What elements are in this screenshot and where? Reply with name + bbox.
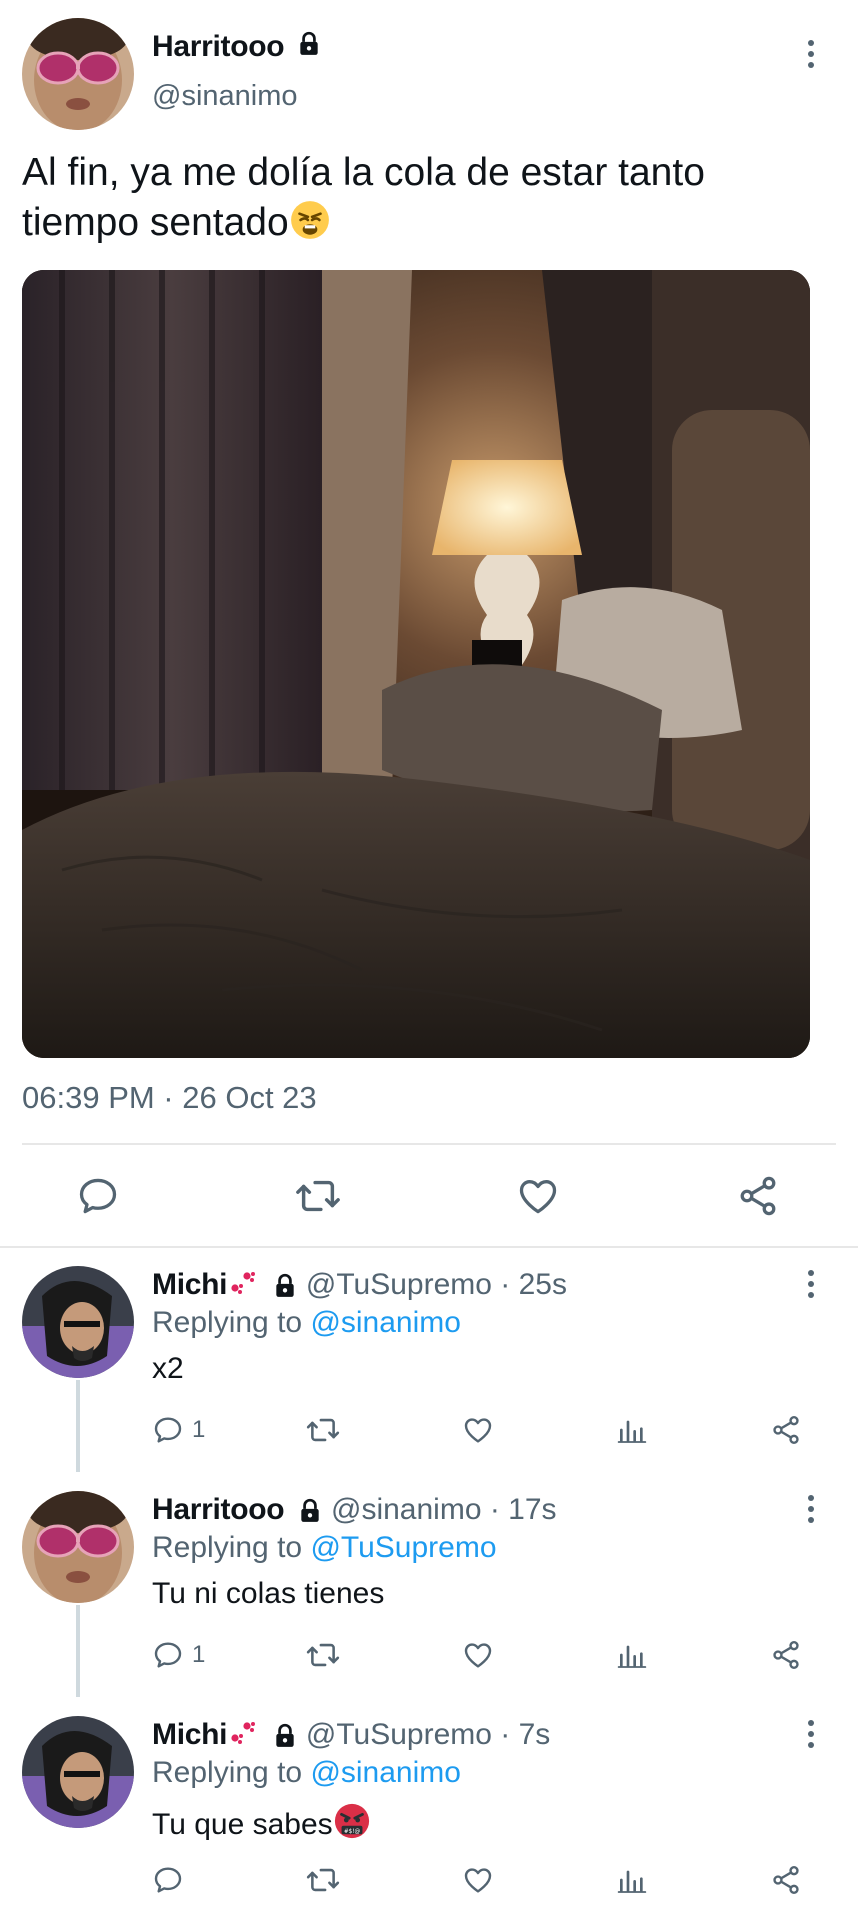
reply-header: Michi @TuSupremo · 7s	[152, 1718, 550, 1753]
reply-time: · 7s	[500, 1718, 551, 1751]
replying-to-mention[interactable]: @sinanimo	[310, 1306, 461, 1339]
like-icon[interactable]	[514, 1172, 562, 1220]
tweet-text-content: Al fin, ya me dolía la cola de estar tan…	[22, 151, 705, 244]
reply-action-bar: 1	[0, 1633, 858, 1683]
replying-to: Replying to @sinanimo	[152, 1756, 461, 1790]
analytics-icon[interactable]	[616, 1858, 648, 1902]
replying-to-label: Replying to	[152, 1306, 311, 1339]
tweet-photo[interactable]	[22, 270, 810, 1058]
reply-author-name[interactable]: Michi	[152, 1718, 227, 1751]
tweet-text: Al fin, ya me dolía la cola de estar tan…	[22, 148, 802, 254]
reply-text-content: Tu que sabes	[152, 1808, 333, 1841]
reply-icon[interactable]	[152, 1858, 192, 1902]
share-icon[interactable]	[770, 1633, 802, 1677]
reply-author-avatar[interactable]	[22, 1491, 134, 1603]
weary-face-emoji-icon	[289, 199, 331, 254]
reply-action-bar	[0, 1858, 858, 1908]
retweet-icon[interactable]	[294, 1172, 342, 1220]
share-icon[interactable]	[734, 1172, 782, 1220]
reply-count: 1	[192, 1641, 206, 1668]
reply-time: · 25s	[500, 1268, 567, 1301]
reply-icon[interactable]: 1	[152, 1633, 205, 1677]
like-icon[interactable]	[462, 1633, 494, 1677]
reply-text: x2	[152, 1352, 184, 1385]
reply-tweet[interactable]: Harritooo @sinanimo · 17s Replying to @T…	[0, 1473, 858, 1698]
retweet-icon[interactable]	[306, 1858, 340, 1902]
reply-header: Michi @TuSupremo · 25s	[152, 1268, 567, 1303]
replying-to-mention[interactable]: @TuSupremo	[310, 1531, 496, 1564]
reply-icon[interactable]: 1	[152, 1408, 205, 1452]
reply-icon[interactable]	[74, 1172, 122, 1220]
retweet-icon[interactable]	[306, 1408, 340, 1452]
replying-to: Replying to @TuSupremo	[152, 1531, 497, 1565]
share-icon[interactable]	[770, 1408, 802, 1452]
analytics-icon[interactable]	[616, 1408, 648, 1452]
reply-author-avatar[interactable]	[22, 1716, 134, 1828]
replying-to: Replying to @sinanimo	[152, 1306, 461, 1340]
reply-tweet[interactable]: Michi @TuSupremo · 25s Replying to @sina…	[0, 1248, 858, 1473]
paw-prints-emoji-icon	[227, 1718, 259, 1751]
reply-header: Harritooo @sinanimo · 17s	[152, 1493, 557, 1528]
reply-count: 1	[192, 1416, 206, 1443]
share-icon[interactable]	[770, 1858, 802, 1902]
author-handle[interactable]: @sinanimo	[152, 80, 298, 113]
like-icon[interactable]	[462, 1858, 494, 1902]
tweet-timestamp[interactable]: 06:39 PM · 26 Oct 23	[22, 1080, 317, 1116]
replying-to-label: Replying to	[152, 1531, 311, 1564]
tweet-action-bar	[0, 1160, 858, 1230]
svg-text:#$!@: #$!@	[344, 1829, 361, 1835]
reply-tweet[interactable]: Michi @TuSupremo · 7s Replying to @sinan…	[0, 1698, 858, 1920]
replying-to-label: Replying to	[152, 1756, 311, 1789]
reply-text: Tu que sabes #$!@	[152, 1802, 371, 1848]
reply-author-handle[interactable]: @TuSupremo	[306, 1268, 492, 1301]
more-options-icon[interactable]	[796, 34, 826, 74]
like-icon[interactable]	[462, 1408, 494, 1452]
author-name[interactable]: Harritooo	[152, 30, 322, 65]
retweet-icon[interactable]	[306, 1633, 340, 1677]
author-name-text: Harritooo	[152, 30, 285, 63]
lock-icon	[297, 1494, 323, 1528]
reply-author-name[interactable]: Michi	[152, 1268, 227, 1301]
paw-prints-emoji-icon	[227, 1268, 259, 1301]
more-options-icon[interactable]	[796, 1264, 826, 1304]
cursing-face-emoji-icon: #$!@	[333, 1802, 371, 1848]
reply-author-handle[interactable]: @sinanimo	[331, 1493, 482, 1526]
reply-author-handle[interactable]: @TuSupremo	[306, 1718, 492, 1751]
more-options-icon[interactable]	[796, 1489, 826, 1529]
replying-to-mention[interactable]: @sinanimo	[310, 1756, 461, 1789]
lock-icon	[272, 1719, 298, 1753]
reply-action-bar: 1	[0, 1408, 858, 1458]
reply-author-name[interactable]: Harritooo	[152, 1493, 285, 1526]
lock-icon	[296, 31, 322, 65]
reply-time: · 17s	[489, 1493, 557, 1526]
divider	[22, 1143, 836, 1145]
reply-text: Tu ni colas tienes	[152, 1577, 385, 1610]
author-avatar[interactable]	[22, 18, 134, 130]
lock-icon	[272, 1269, 298, 1303]
analytics-icon[interactable]	[616, 1633, 648, 1677]
reply-author-avatar[interactable]	[22, 1266, 134, 1378]
more-options-icon[interactable]	[796, 1714, 826, 1754]
